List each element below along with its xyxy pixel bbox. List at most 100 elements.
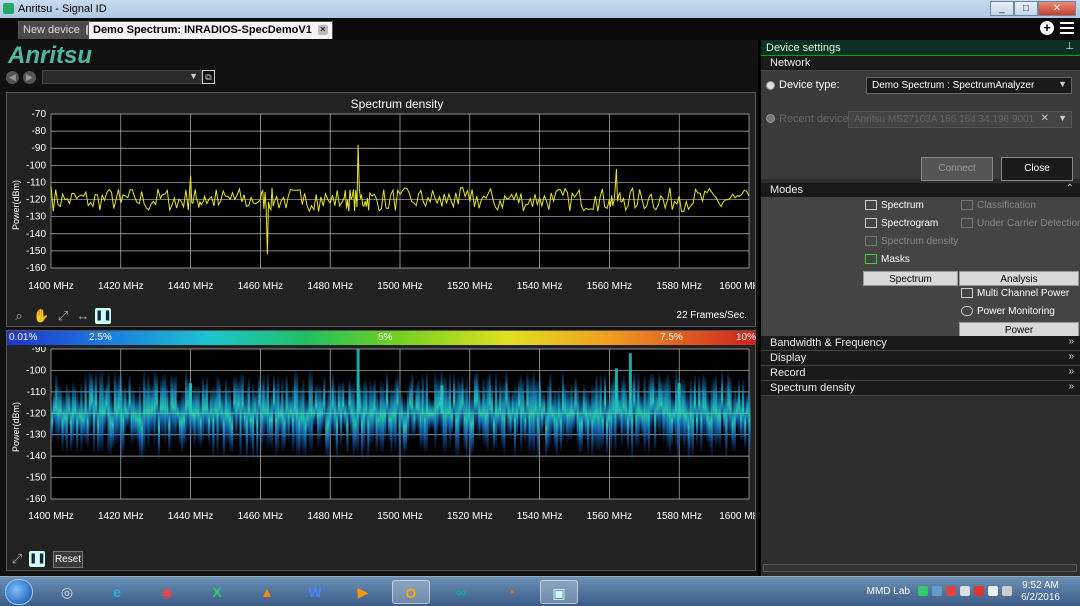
spectrogram-chart[interactable]: Power(dBm) -90 -100 -110 -120 -130 -140 -150 -1… [7, 347, 755, 547]
density-column [314, 385, 318, 427]
density-column [482, 378, 485, 445]
density-column [109, 389, 112, 457]
mode-power-monitoring[interactable]: Power Monitoring [961, 306, 1055, 322]
y-tick-label: -110 [27, 387, 47, 398]
density-column [310, 372, 313, 453]
spectrogram-panel: 0.01% 2.5% 5% 7.5% 10% Power(dBm) -90 -10… [6, 330, 756, 571]
density-column [151, 384, 154, 435]
clear-icon[interactable]: ✕ [1041, 113, 1049, 124]
density-column [128, 375, 131, 430]
device-type-radio[interactable] [766, 81, 775, 90]
connect-button[interactable]: Connect [921, 157, 993, 181]
x-tick-label: 1460 MHz [238, 511, 284, 522]
density-column [143, 370, 146, 453]
density-column [576, 386, 579, 446]
spectrum-chart[interactable]: Spectrum density Power(dBm) -70 -80 -90 -10… [7, 93, 765, 303]
pause-icon[interactable]: ❚❚ [29, 551, 46, 567]
internet-explorer-icon[interactable]: e [98, 580, 136, 604]
add-tab-icon[interactable]: + [1040, 21, 1054, 35]
density-column [480, 397, 483, 432]
density-column [505, 371, 508, 427]
chrome-icon[interactable]: ◉ [148, 580, 186, 604]
density-column [78, 400, 81, 433]
mouse-app-icon[interactable]: ◎ [48, 580, 86, 604]
word-icon[interactable]: W [296, 580, 334, 604]
mode-spectrogram[interactable]: Spectrogram [865, 218, 938, 234]
section-bandwidth-frequency[interactable]: Bandwidth & Frequency » [761, 336, 1080, 351]
view-select[interactable]: ▼ [42, 70, 202, 84]
network-name: MMD Lab [866, 586, 910, 597]
density-column [547, 382, 550, 452]
volume-icon[interactable] [1002, 586, 1012, 596]
media-player-icon[interactable]: ▶ [344, 580, 382, 604]
section-network[interactable]: Network [761, 56, 1080, 71]
peak-column [628, 353, 632, 414]
arduino-icon[interactable]: ∞ [442, 580, 480, 604]
x-tick-label: 1520 MHz [447, 281, 493, 292]
section-record[interactable]: Record » [761, 366, 1080, 381]
firefox-icon[interactable]: ◔ [492, 580, 530, 604]
back-icon[interactable]: ◀ [6, 71, 19, 84]
mode-spectrum-density[interactable]: Spectrum density [865, 236, 958, 252]
mode-multi-channel-power[interactable]: Multi Channel Power [961, 288, 1069, 304]
horizontal-zoom-icon[interactable]: ↔ [75, 308, 91, 324]
fit-icon[interactable]: ⤢ [55, 308, 71, 324]
document-icon[interactable]: ⧉ [202, 70, 215, 84]
matlab-icon[interactable]: ▲ [248, 580, 286, 604]
section-display[interactable]: Display » [761, 351, 1080, 366]
density-column [438, 381, 441, 427]
section-modes[interactable]: Modes ⌃ [761, 183, 1080, 198]
x-tick-label: 1520 MHz [447, 511, 493, 522]
maximize-button[interactable]: □ [1014, 1, 1038, 16]
section-spectrum-density[interactable]: Spectrum density » [761, 381, 1080, 396]
density-column [352, 382, 355, 459]
recent-devices-select[interactable]: Anritsu MS27103A 166.164.34.196:9001 ✕ ▼ [848, 111, 1072, 128]
hamburger-menu-icon[interactable] [1060, 22, 1074, 34]
density-column [76, 391, 79, 454]
pause-icon[interactable]: ❚❚ [95, 308, 112, 324]
density-column [90, 373, 93, 427]
density-column [444, 376, 447, 454]
device-type-select[interactable]: Demo Spectrum : SpectrumAnalyzer ▼ [866, 77, 1072, 94]
minimize-button[interactable]: _ [990, 1, 1014, 16]
excel-icon[interactable]: X [198, 580, 236, 604]
reset-button[interactable]: Reset [53, 551, 83, 568]
density-column [689, 379, 692, 453]
mode-masks[interactable]: Masks [865, 254, 910, 270]
flag-icon[interactable] [960, 586, 970, 596]
pan-hand-icon[interactable]: ✋ [33, 308, 49, 324]
signal-id-app-icon[interactable]: ▣ [540, 580, 578, 604]
tray-app-icon[interactable] [932, 586, 942, 596]
start-button[interactable] [5, 579, 33, 605]
mode-classification[interactable]: Classification [961, 200, 1036, 216]
tray-app-icon[interactable] [918, 586, 928, 596]
forward-icon[interactable]: ▶ [23, 71, 36, 84]
recent-devices-radio[interactable] [766, 114, 775, 123]
pin-icon[interactable]: ⊥ [1065, 41, 1074, 52]
tray-app-icon[interactable] [974, 586, 984, 596]
close-window-button[interactable]: ✕ [1038, 1, 1076, 16]
outlook-icon[interactable]: O [392, 580, 430, 604]
density-column [59, 386, 62, 436]
horizontal-scrollbar[interactable] [763, 564, 1077, 572]
density-column [411, 372, 414, 440]
tray-app-icon[interactable] [946, 586, 956, 596]
density-column [509, 395, 512, 440]
panel-header: Device settings ⊥ [761, 40, 1080, 56]
zoom-icon[interactable]: ⌕ [11, 308, 27, 324]
density-column [321, 392, 324, 434]
density-column [490, 383, 493, 435]
close-button[interactable]: Close [1001, 157, 1073, 181]
density-column [103, 387, 106, 435]
density-column [543, 392, 546, 427]
tab-demo-spectrum[interactable]: Demo Spectrum: INRADIOS-SpecDemoV1 ✕ [88, 21, 333, 39]
fit-icon[interactable]: ⤢ [9, 551, 25, 567]
density-column [436, 379, 439, 436]
mode-spectrum[interactable]: Spectrum [865, 200, 924, 216]
density-column [461, 376, 464, 429]
density-icon [865, 236, 877, 247]
tab-close-icon[interactable]: ✕ [317, 25, 328, 35]
clock[interactable]: 9:52 AM 6/2/2016 [1021, 580, 1060, 604]
signal-icon[interactable] [988, 586, 998, 596]
mode-under-carrier[interactable]: Under Carrier Detection [961, 218, 1080, 234]
